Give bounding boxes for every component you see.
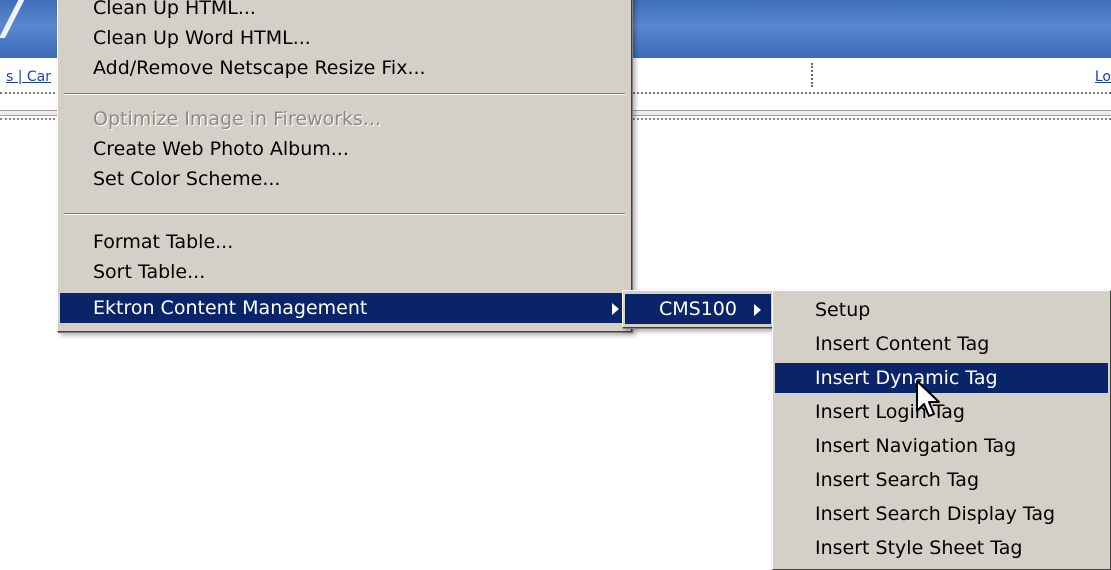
nav-link-left[interactable]: s | Car [6, 69, 51, 85]
ektron-submenu: CMS100 [622, 290, 774, 328]
commands-menu: Clean Up HTML... Clean Up Word HTML... A… [57, 0, 632, 332]
menu-item-insert-search-display-tag[interactable]: Insert Search Display Tag [775, 499, 1108, 529]
menu-item-web-photo-album[interactable]: Create Web Photo Album... [60, 134, 629, 164]
menu-item-set-color-scheme[interactable]: Set Color Scheme... [60, 164, 629, 194]
menu-item-label: CMS100 [659, 298, 737, 320]
nav-link-right[interactable]: Lo [1095, 69, 1111, 85]
menu-item-ektron-content-management[interactable]: Ektron Content Management [60, 293, 629, 323]
menu-item-insert-navigation-tag[interactable]: Insert Navigation Tag [775, 431, 1108, 461]
menu-item-format-table[interactable]: Format Table... [60, 227, 629, 257]
menu-item-cms100[interactable]: CMS100 [625, 294, 771, 324]
layout-divider [811, 63, 813, 87]
menu-item-label: Ektron Content Management [93, 297, 368, 319]
menu-item-sort-table[interactable]: Sort Table... [60, 257, 629, 287]
menu-item-setup[interactable]: Setup [775, 295, 1108, 325]
menu-item-insert-style-sheet-tag[interactable]: Insert Style Sheet Tag [775, 533, 1108, 563]
menu-item-netscape-resize-fix[interactable]: Add/Remove Netscape Resize Fix... [60, 53, 629, 83]
menu-item-insert-search-tag[interactable]: Insert Search Tag [775, 465, 1108, 495]
banner-logo: / [4, 0, 23, 46]
cms100-submenu: Setup Insert Content Tag Insert Dynamic … [772, 290, 1111, 570]
menu-item-insert-content-tag[interactable]: Insert Content Tag [775, 329, 1108, 359]
menu-separator [64, 93, 625, 95]
submenu-arrow-icon [754, 304, 761, 316]
menu-separator [64, 213, 625, 215]
menu-item-optimize-image: Optimize Image in Fireworks... [93, 108, 382, 130]
submenu-arrow-icon [612, 303, 619, 315]
menu-item-clean-up-html[interactable]: Clean Up HTML... [60, 0, 629, 23]
menu-item-clean-up-word-html[interactable]: Clean Up Word HTML... [60, 23, 629, 53]
mouse-cursor-icon [916, 380, 940, 417]
